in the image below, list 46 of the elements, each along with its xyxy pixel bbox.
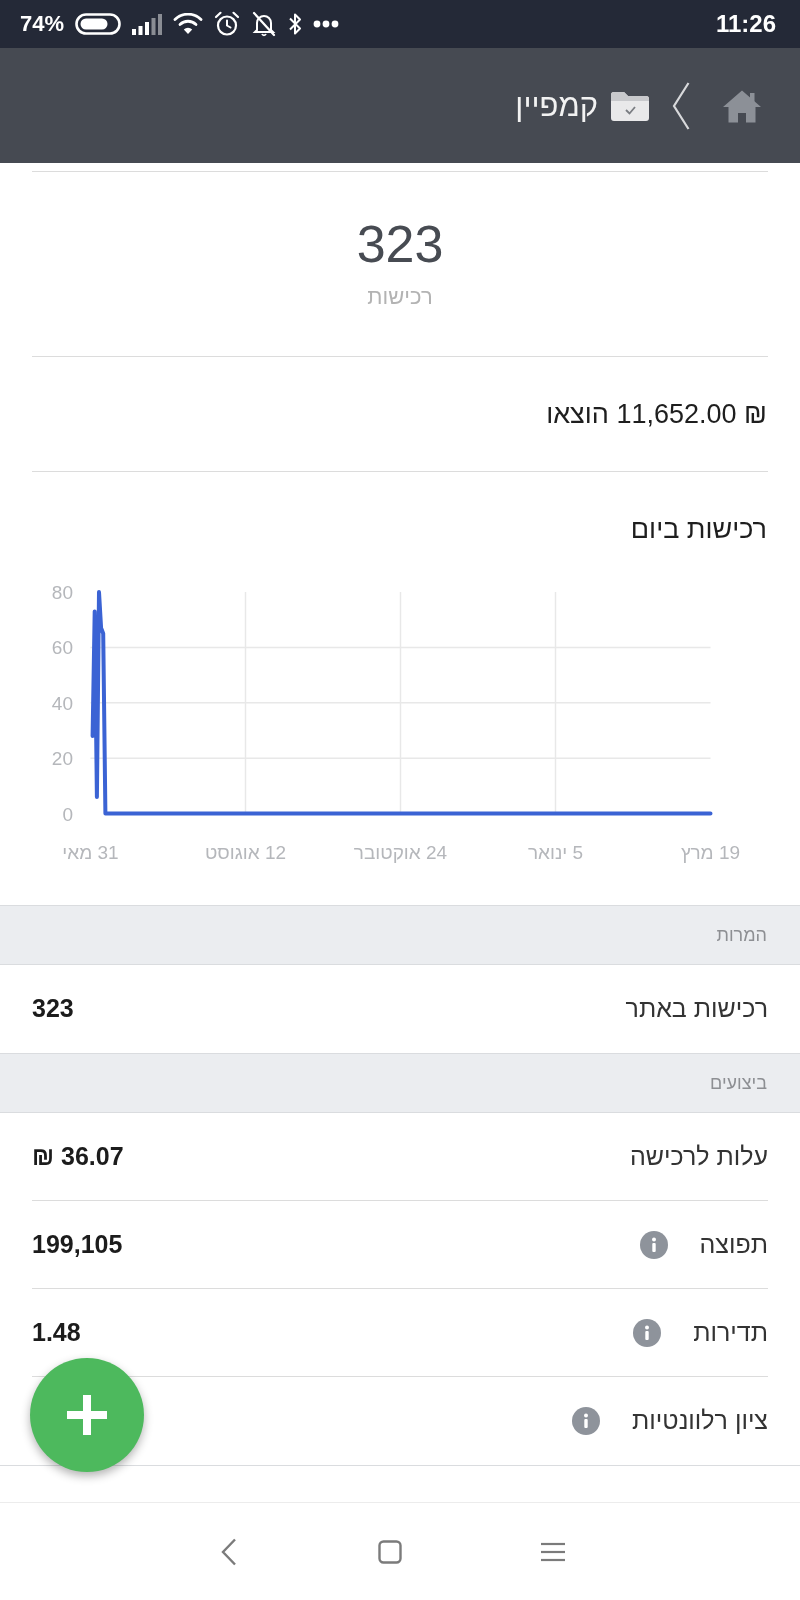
amount-spent: ₪ 11,652.00 הוצאו <box>546 397 767 431</box>
wifi-icon <box>173 13 204 35</box>
info-icon[interactable] <box>572 1407 601 1435</box>
metric-value: 36.07 ₪ <box>32 1140 124 1172</box>
page-title: קמפיין <box>515 86 598 125</box>
chevron-icon <box>672 81 690 130</box>
alarm-icon <box>214 11 241 37</box>
axis-label: 5 ינואר <box>527 842 584 863</box>
metric-value: 1.48 <box>32 1316 81 1348</box>
purchases-label: רכישות <box>367 283 433 311</box>
chart-title: רכישות ביום <box>630 514 767 546</box>
metric-label: תדירות <box>693 1316 768 1348</box>
folder-icon[interactable] <box>610 89 650 122</box>
more-icon <box>313 20 340 28</box>
home-icon[interactable] <box>722 88 762 123</box>
battery-icon <box>75 13 122 35</box>
signal-icon <box>132 13 163 35</box>
metric-label: רכישות באתר <box>625 993 768 1025</box>
metric-label: תפוצה <box>699 1228 768 1260</box>
metric-value: 323 <box>32 993 74 1025</box>
clock-time: 11:26 <box>715 12 776 36</box>
metric-label: ציון רלוונטיות <box>632 1405 768 1437</box>
axis-label: 31 מאי <box>62 842 119 863</box>
back-icon[interactable] <box>221 1537 237 1566</box>
metric-value: 199,105 <box>32 1228 123 1260</box>
section-title: ביצועים <box>710 1071 767 1095</box>
axis-label: 60 <box>51 637 73 659</box>
battery-percent: 74% <box>20 13 65 35</box>
bell-off-icon <box>251 11 278 37</box>
metric-label: עלות לרכישה <box>629 1140 768 1172</box>
home-button-icon[interactable] <box>378 1539 402 1564</box>
menu-icon[interactable] <box>541 1541 565 1562</box>
axis-label: 40 <box>51 692 73 714</box>
purchases-count: 323 <box>356 217 444 270</box>
axis-label: 0 <box>62 803 73 825</box>
add-button[interactable] <box>30 1358 144 1472</box>
axis-label: 12 אוגוסט <box>204 842 287 863</box>
axis-label: 20 <box>51 748 73 770</box>
axis-label: 80 <box>51 582 73 603</box>
bluetooth-icon <box>288 11 303 37</box>
section-title: המרות <box>716 923 767 947</box>
plus-icon <box>67 1395 107 1435</box>
axis-label: 24 אוקטובר <box>353 842 448 863</box>
axis-label: 19 מרץ <box>680 842 741 863</box>
info-icon[interactable] <box>633 1318 662 1347</box>
info-icon[interactable] <box>639 1230 668 1259</box>
